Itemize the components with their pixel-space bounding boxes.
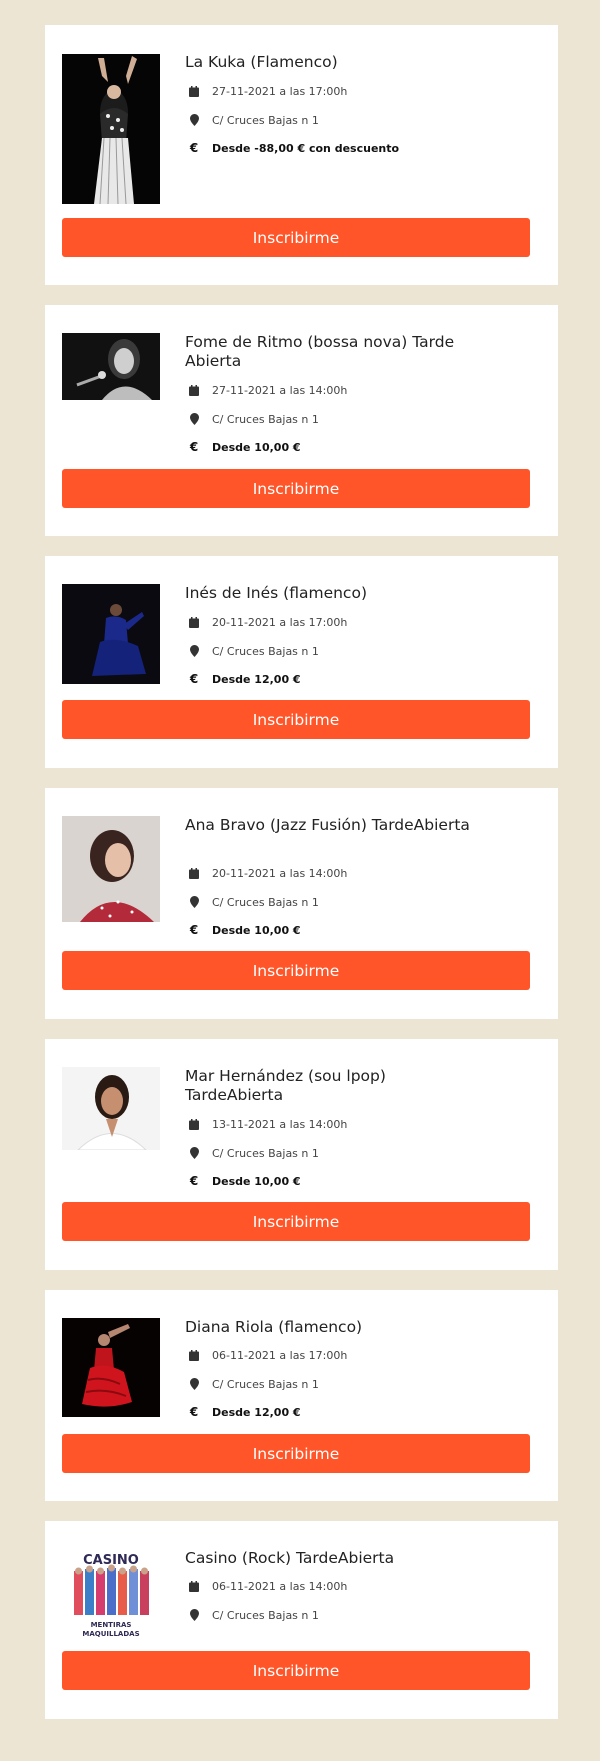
event-image (62, 333, 160, 400)
event-title: Mar Hernández (sou lpop) TardeAbierta (185, 1067, 386, 1104)
euro-icon: € (189, 672, 199, 686)
event-image (62, 584, 160, 684)
event-price: € Desde 12,00 € (187, 1404, 301, 1420)
event-price: € Desde 12,00 € (187, 671, 301, 687)
event-date: 20-11-2021 a las 17:00h (187, 614, 347, 630)
event-date-text: 06-11-2021 a las 17:00h (212, 1348, 348, 1362)
event-date-text: 06-11-2021 a las 14:00h (212, 1579, 348, 1593)
calendar-icon (187, 1117, 201, 1131)
event-location-text: C/ Cruces Bajas n 1 (212, 412, 319, 426)
map-pin-icon (187, 1377, 201, 1391)
event-image: CASINO MENTIRAS MAQUILLADAS (62, 1549, 160, 1641)
map-pin-icon (187, 895, 201, 909)
event-date: 27-11-2021 a las 17:00h (187, 83, 347, 99)
event-location: C/ Cruces Bajas n 1 (187, 894, 319, 910)
event-date-text: 20-11-2021 a las 17:00h (212, 615, 348, 629)
event-price: € Desde 10,00 € (187, 922, 301, 938)
map-pin-icon (187, 412, 201, 426)
event-image (62, 54, 160, 204)
event-location-text: C/ Cruces Bajas n 1 (212, 895, 319, 909)
event-price: € Desde 10,00 € (187, 1173, 301, 1189)
event-date: 13-11-2021 a las 14:00h (187, 1116, 347, 1132)
calendar-icon (187, 1348, 201, 1362)
euro-icon: € (189, 141, 199, 155)
euro-icon: € (189, 923, 199, 937)
event-title: Inés de Inés (flamenco) (185, 584, 367, 602)
event-title: Fome de Ritmo (bossa nova) Tarde Abierta (185, 333, 455, 370)
map-pin-icon (187, 1608, 201, 1622)
event-location-text: C/ Cruces Bajas n 1 (212, 1377, 319, 1391)
calendar-icon (187, 1579, 201, 1593)
event-image (62, 1318, 160, 1417)
calendar-icon (187, 866, 201, 880)
event-location-text: C/ Cruces Bajas n 1 (212, 1146, 319, 1160)
poster-subtitle-1: MENTIRAS (91, 1621, 132, 1629)
event-card: Mar Hernández (sou lpop) TardeAbierta 13… (45, 1039, 558, 1270)
event-price-text: Desde 10,00 € (212, 1174, 301, 1188)
event-card: Diana Riola (flamenco) 06-11-2021 a las … (45, 1290, 558, 1501)
event-date-text: 27-11-2021 a las 17:00h (212, 84, 348, 98)
calendar-icon (187, 84, 201, 98)
event-price-text: Desde 12,00 € (212, 672, 301, 686)
map-pin-icon (187, 113, 201, 127)
event-date: 06-11-2021 a las 17:00h (187, 1347, 347, 1363)
event-date-text: 20-11-2021 a las 14:00h (212, 866, 348, 880)
event-location: C/ Cruces Bajas n 1 (187, 643, 319, 659)
event-title: Casino (Rock) TardeAbierta (185, 1549, 395, 1567)
euro-icon: € (189, 1405, 199, 1419)
event-location: C/ Cruces Bajas n 1 (187, 1607, 319, 1623)
event-location-text: C/ Cruces Bajas n 1 (212, 644, 319, 658)
euro-icon: € (189, 440, 199, 454)
event-image (62, 1067, 160, 1150)
event-price-text: Desde -88,00 € con descuento (212, 141, 400, 155)
event-location-text: C/ Cruces Bajas n 1 (212, 1608, 319, 1622)
event-title: Diana Riola (flamenco) (185, 1318, 363, 1336)
event-price: € Desde 10,00 € (187, 439, 301, 455)
event-price-text: Desde 12,00 € (212, 1405, 301, 1419)
register-button[interactable]: Inscribirme (62, 1434, 530, 1473)
register-button[interactable]: Inscribirme (62, 218, 530, 257)
event-date: 20-11-2021 a las 14:00h (187, 865, 347, 881)
event-location-text: C/ Cruces Bajas n 1 (212, 113, 319, 127)
event-price-text: Desde 10,00 € (212, 440, 301, 454)
euro-icon: € (189, 1174, 199, 1188)
event-card: Inés de Inés (flamenco) 20-11-2021 a las… (45, 556, 558, 768)
event-title: Ana Bravo (Jazz Fusión) TardeAbierta (185, 816, 470, 834)
event-card: La Kuka (Flamenco) 27-11-2021 a las 17:0… (45, 25, 558, 285)
event-location: C/ Cruces Bajas n 1 (187, 112, 319, 128)
event-price-text: Desde 10,00 € (212, 923, 301, 937)
map-pin-icon (187, 644, 201, 658)
calendar-icon (187, 383, 201, 397)
event-title: La Kuka (Flamenco) (185, 53, 338, 71)
register-button[interactable]: Inscribirme (62, 1651, 530, 1690)
map-pin-icon (187, 1146, 201, 1160)
poster-subtitle-2: MAQUILLADAS (82, 1630, 139, 1638)
event-location: C/ Cruces Bajas n 1 (187, 1145, 319, 1161)
event-image (62, 816, 160, 922)
event-date-text: 27-11-2021 a las 14:00h (212, 383, 348, 397)
event-card: CASINO MENTIRAS MAQUILLADAS Casino (Rock… (45, 1521, 558, 1719)
event-price: € Desde -88,00 € con descuento (187, 140, 399, 156)
event-date: 06-11-2021 a las 14:00h (187, 1578, 347, 1594)
event-date-text: 13-11-2021 a las 14:00h (212, 1117, 348, 1131)
register-button[interactable]: Inscribirme (62, 469, 530, 508)
event-card: Fome de Ritmo (bossa nova) Tarde Abierta… (45, 305, 558, 536)
event-location: C/ Cruces Bajas n 1 (187, 411, 319, 427)
register-button[interactable]: Inscribirme (62, 700, 530, 739)
calendar-icon (187, 615, 201, 629)
event-card: Ana Bravo (Jazz Fusión) TardeAbierta 20-… (45, 788, 558, 1019)
event-date: 27-11-2021 a las 14:00h (187, 382, 347, 398)
register-button[interactable]: Inscribirme (62, 1202, 530, 1241)
event-location: C/ Cruces Bajas n 1 (187, 1376, 319, 1392)
register-button[interactable]: Inscribirme (62, 951, 530, 990)
